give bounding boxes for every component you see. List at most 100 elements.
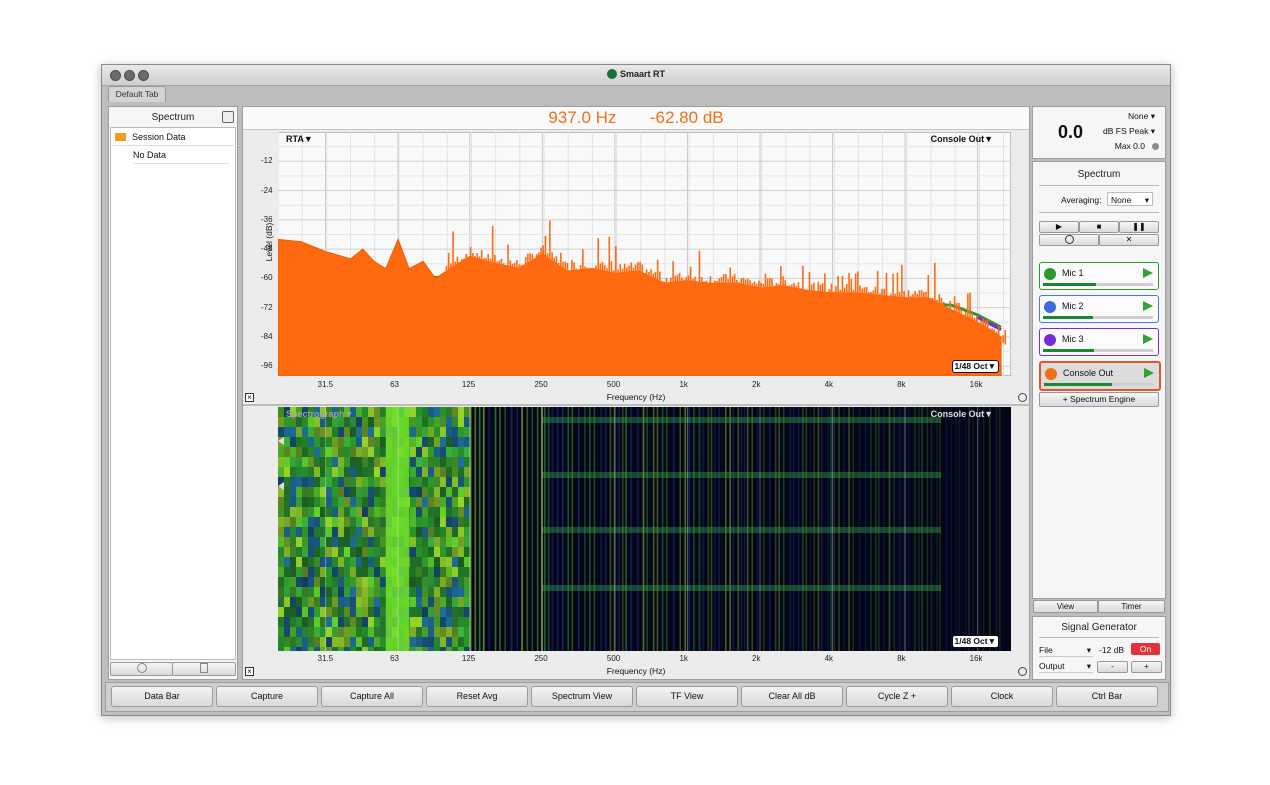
spectrograph-cell [374,527,380,537]
tree-item-session-data[interactable]: Session Data [113,129,236,146]
measurement-row[interactable]: Mic 1 [1039,262,1159,290]
spectrograph-cell [338,597,344,607]
spectrograph-cell [350,447,356,457]
measurement-color-icon[interactable] [1044,268,1056,280]
spectrograph-cell [314,467,320,477]
spectrograph-cell [374,557,380,567]
timer-button[interactable] [1039,234,1099,246]
spectrograph-cell [452,507,458,517]
spectrograph-graph[interactable] [278,407,1011,651]
gear-icon[interactable] [1018,393,1027,402]
spectrograph-cell [428,567,434,577]
play-icon[interactable] [1143,334,1153,344]
generator-output-dropdown[interactable]: Output ▾ [1039,660,1093,673]
clear-all-db-button[interactable]: Clear All dB [741,686,843,707]
spectrograph-cell [302,587,308,597]
delete-button[interactable] [172,662,236,676]
rta-plot[interactable]: RTA▼ Console Out▼ 1/48 Oct▼ [278,132,1011,376]
add-spectrum-engine-button[interactable]: + Spectrum Engine [1039,392,1159,407]
generator-on-button[interactable]: On [1131,643,1160,655]
spectrograph-cell [440,577,446,587]
meter-source-dropdown[interactable]: None ▾ [1128,111,1155,122]
info-button[interactable] [110,662,173,676]
ctrl-bar-button[interactable]: Ctrl Bar [1056,686,1158,707]
measurement-color-icon[interactable] [1045,368,1057,380]
data-bar-button[interactable]: Data Bar [111,686,213,707]
spectrograph-cell [452,457,458,467]
measurement-color-icon[interactable] [1044,334,1056,346]
tools-button[interactable]: ✕ [1099,234,1159,246]
rta-mode-dropdown[interactable]: RTA▼ [286,134,313,144]
spectrograph-cell [380,577,386,587]
measurement-row[interactable]: Mic 3 [1039,328,1159,356]
meter-mode-dropdown[interactable]: dB FS Peak ▾ [1103,126,1155,137]
info-icon [136,663,147,673]
rta-resolution-dropdown[interactable]: 1/48 Oct▼ [951,360,999,373]
cycle-z-button[interactable]: Cycle Z + [846,686,948,707]
averaging-dropdown[interactable]: None ▾ [1107,192,1153,206]
spectrograph-cell [428,457,434,467]
spectrograph-cell [428,497,434,507]
x-tick-label: 500 [606,654,621,663]
generator-source-dropdown[interactable]: File ▾ [1039,644,1093,657]
clock-button[interactable]: Clock [951,686,1053,707]
close-plot-icon[interactable]: × [245,667,254,676]
tab-view[interactable]: View [1033,600,1098,613]
close-plot-icon[interactable]: × [245,393,254,402]
measurement-row[interactable]: Console Out [1039,361,1161,391]
spectrograph-resolution-dropdown[interactable]: 1/48 Oct▼ [951,635,999,648]
spectrograph-cell [374,477,380,487]
spectrograph-cell [314,437,320,447]
spectrograph-source-dropdown[interactable]: Console Out▼ [931,409,993,419]
spectrograph-cell [422,437,428,447]
spectrograph-cell [374,547,380,557]
tab-default[interactable]: Default Tab [108,86,166,102]
spectrograph-cell [464,477,470,487]
spectrograph-cell [458,407,464,417]
spectrograph-cell [332,567,338,577]
spectrograph-cell [356,447,362,457]
spectrograph-cell [332,627,338,637]
spectrograph-cell [422,587,428,597]
spectrograph-cell [350,507,356,517]
gear-icon[interactable] [1018,667,1027,676]
spectrograph-cell [308,557,314,567]
spectrograph-cell [350,427,356,437]
play-icon[interactable] [1143,301,1153,311]
spectrograph-plot[interactable]: Spectrograph▼ Console Out▼ 1/48 Oct▼ [278,407,1011,651]
play-button[interactable]: ▶ [1039,221,1079,233]
pause-button[interactable]: ❚❚ [1119,221,1159,233]
spectrograph-mode-dropdown[interactable]: Spectrograph▼ [286,409,353,419]
range-handle-top[interactable] [278,437,284,445]
tab-timer[interactable]: Timer [1098,600,1165,613]
x-tick-label: 63 [390,654,399,663]
range-handle-bottom[interactable] [278,482,284,490]
spectrograph-cell [350,617,356,627]
stop-button[interactable]: ■ [1079,221,1119,233]
capture-button[interactable]: Capture [216,686,318,707]
spectrograph-cell [350,597,356,607]
tree-item-no-data[interactable]: No Data [133,147,229,164]
panel-menu-icon[interactable] [222,111,234,123]
level-increase-button[interactable]: + [1131,661,1162,673]
capture-all-button[interactable]: Capture All [321,686,423,707]
spectrograph-cell [440,407,446,417]
spectrograph-cell [278,407,284,417]
spectrograph-cell [344,507,350,517]
spectrum-view-button[interactable]: Spectrum View [531,686,633,707]
rta-source-dropdown[interactable]: Console Out▼ [931,134,993,144]
measurement-row[interactable]: Mic 2 [1039,295,1159,323]
spectrograph-cell [290,467,296,477]
reset-avg-button[interactable]: Reset Avg [426,686,528,707]
spectrograph-cell [422,407,428,417]
play-icon[interactable] [1144,368,1154,378]
tf-view-button[interactable]: TF View [636,686,738,707]
spectrograph-cell [308,547,314,557]
spectrograph-cell [338,517,344,527]
plot-splitter[interactable] [243,404,1029,406]
rta-graph[interactable] [278,132,1011,376]
spectrograph-cell [344,437,350,447]
play-icon[interactable] [1143,268,1153,278]
measurement-color-icon[interactable] [1044,301,1056,313]
level-decrease-button[interactable]: - [1097,661,1128,673]
